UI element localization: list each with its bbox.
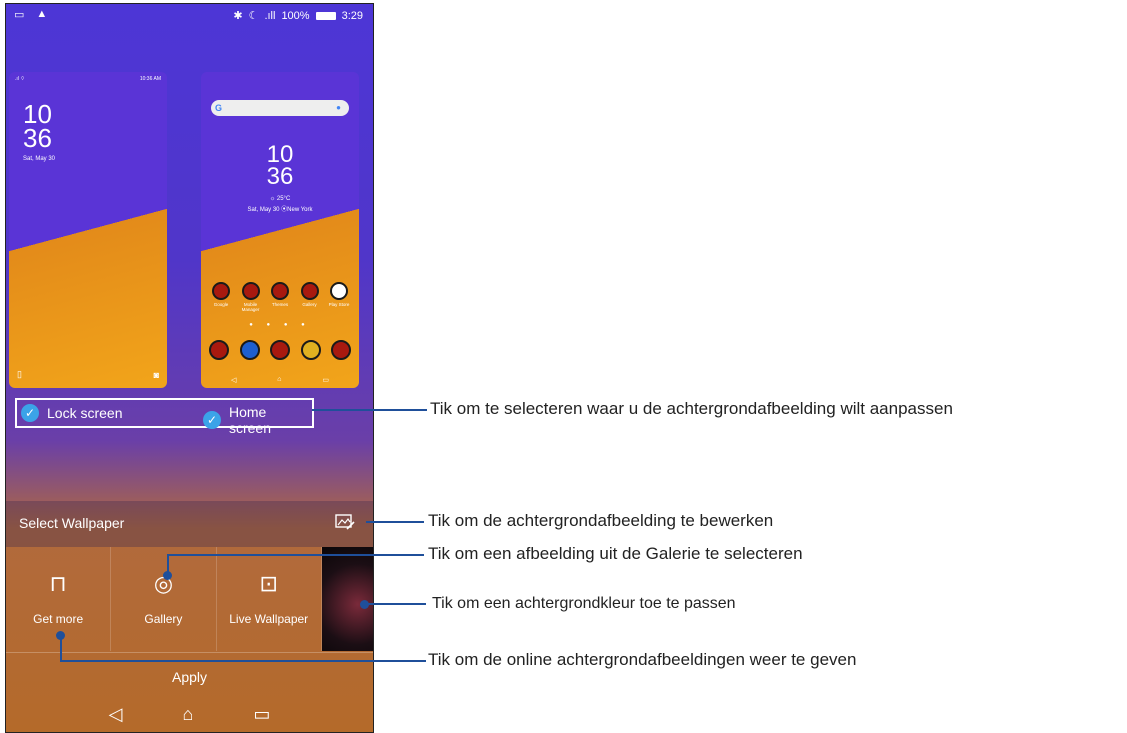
camera-shortcut-icon: ◙ — [153, 370, 159, 380]
dock — [207, 340, 353, 360]
live-wallpaper-tile[interactable]: ⊡ Live Wallpaper — [217, 547, 322, 651]
mini-nav-bar: ◁ ⌂ ▭ — [231, 376, 329, 384]
live-wallpaper-icon: ⊡ — [259, 571, 278, 596]
status-bar: ▭ ▲ ✱ ☾ .ıll 100% 3:29 — [6, 4, 373, 28]
mini-home-icon: ⌂ — [277, 376, 282, 383]
lock-screen-checkbox[interactable]: ✓ Lock screen — [21, 404, 122, 422]
dock-settings-icon — [270, 340, 290, 360]
wallpaper-thumbnail[interactable] — [321, 547, 373, 651]
callout-line-2 — [366, 521, 424, 523]
page-indicator: ● ● ● ● — [249, 322, 311, 328]
callout-vline-5 — [60, 635, 62, 661]
warning-icon: ▲ — [36, 8, 48, 20]
callout-line-1 — [312, 409, 427, 411]
select-wallpaper-title: Select Wallpaper — [19, 515, 125, 531]
clock: 3:29 — [341, 9, 363, 22]
recents-icon[interactable]: ▭ — [253, 694, 270, 732]
phone-shortcut-icon: ▯ — [17, 369, 22, 379]
app-google: Google — [207, 282, 235, 312]
gallery-tile[interactable]: ◎ Gallery — [111, 547, 217, 651]
battery-percent: 100% — [281, 9, 310, 22]
annotation-background-color: Tik om een achtergrondkleur toe te passe… — [432, 595, 736, 612]
lock-date: Sat, May 30 — [23, 156, 56, 162]
google-search-bar: G ● — [211, 100, 349, 116]
annotation-gallery: Tik om een afbeelding uit de Galerie te … — [428, 544, 803, 563]
mini-back-icon: ◁ — [231, 377, 237, 384]
annotation-edit-wallpaper: Tik om de achtergrondafbeelding te bewer… — [428, 511, 774, 530]
wallpaper-target-selector: ✓ Lock screen ✓ Home screen — [15, 398, 314, 436]
home-icon[interactable]: ⌂ — [182, 694, 193, 732]
mini-signal-icon: .ıl ⌔ — [15, 76, 25, 82]
home-screen-preview[interactable]: G ● 10 36 ☼ 25°C Sat, May 30 ⦿New York Goo… — [201, 72, 359, 388]
home-date: Sat, May 30 ⦿New York — [247, 207, 313, 213]
app-gallery: Gallery — [296, 282, 324, 312]
app-mobile-manager: Mobile Manager — [237, 282, 265, 312]
lock-screen-preview[interactable]: .ıl ⌔ 10:36 AM 10 36 Sat, May 30 ▯ ◙ — [9, 72, 167, 388]
google-icon: G — [215, 103, 223, 113]
mini-recent-icon: ▭ — [322, 377, 329, 384]
battery-icon — [315, 11, 336, 20]
image-notification-icon: ▭ — [14, 9, 25, 21]
select-wallpaper-header: Select Wallpaper — [6, 501, 373, 547]
callout-line-5 — [60, 660, 426, 662]
callout-line-3 — [168, 554, 424, 556]
annotation-select-target: Tik om te selecteren waar u de achtergro… — [430, 399, 953, 418]
callout-line-4 — [366, 603, 426, 605]
bluetooth-icon: ✱ — [233, 10, 243, 22]
do-not-disturb-icon: ☾ — [248, 10, 259, 22]
back-icon[interactable]: ◁ — [109, 694, 123, 732]
dock-camera-icon — [331, 340, 351, 360]
dock-chrome-icon — [300, 340, 321, 360]
signal-icon: .ıll — [264, 9, 276, 22]
weather-temp: ☼ 25°C — [269, 196, 291, 202]
callout-dot-3 — [163, 571, 172, 580]
mini-status-time: 10:36 AM — [139, 76, 161, 82]
home-screen-checkbox[interactable]: ✓ Home screen — [203, 404, 312, 436]
phone-screen: ▭ ▲ ✱ ☾ .ıll 100% 3:29 .ıl ⌔ 10:36 AM 10 36… — [5, 3, 374, 733]
navigation-bar: ◁ ⌂ ▭ — [6, 694, 373, 732]
app-play-store: Play Store — [325, 282, 353, 312]
home-clock: 10 36 — [266, 141, 294, 190]
dock-phone-icon — [209, 340, 229, 360]
edit-wallpaper-icon[interactable] — [335, 513, 355, 531]
mic-icon: ● — [336, 103, 341, 112]
app-themes: Themes — [266, 282, 294, 312]
paint-roller-icon: ⊓ — [49, 571, 67, 596]
dock-messages-icon — [239, 340, 260, 360]
check-icon: ✓ — [203, 411, 221, 429]
check-icon: ✓ — [21, 404, 39, 422]
lock-clock: 10 36 — [23, 99, 52, 153]
app-row: Google Mobile Manager Themes Gallery Pla… — [207, 282, 353, 312]
annotation-online-wallpapers: Tik om de online achtergrondafbeeldingen… — [428, 650, 857, 669]
